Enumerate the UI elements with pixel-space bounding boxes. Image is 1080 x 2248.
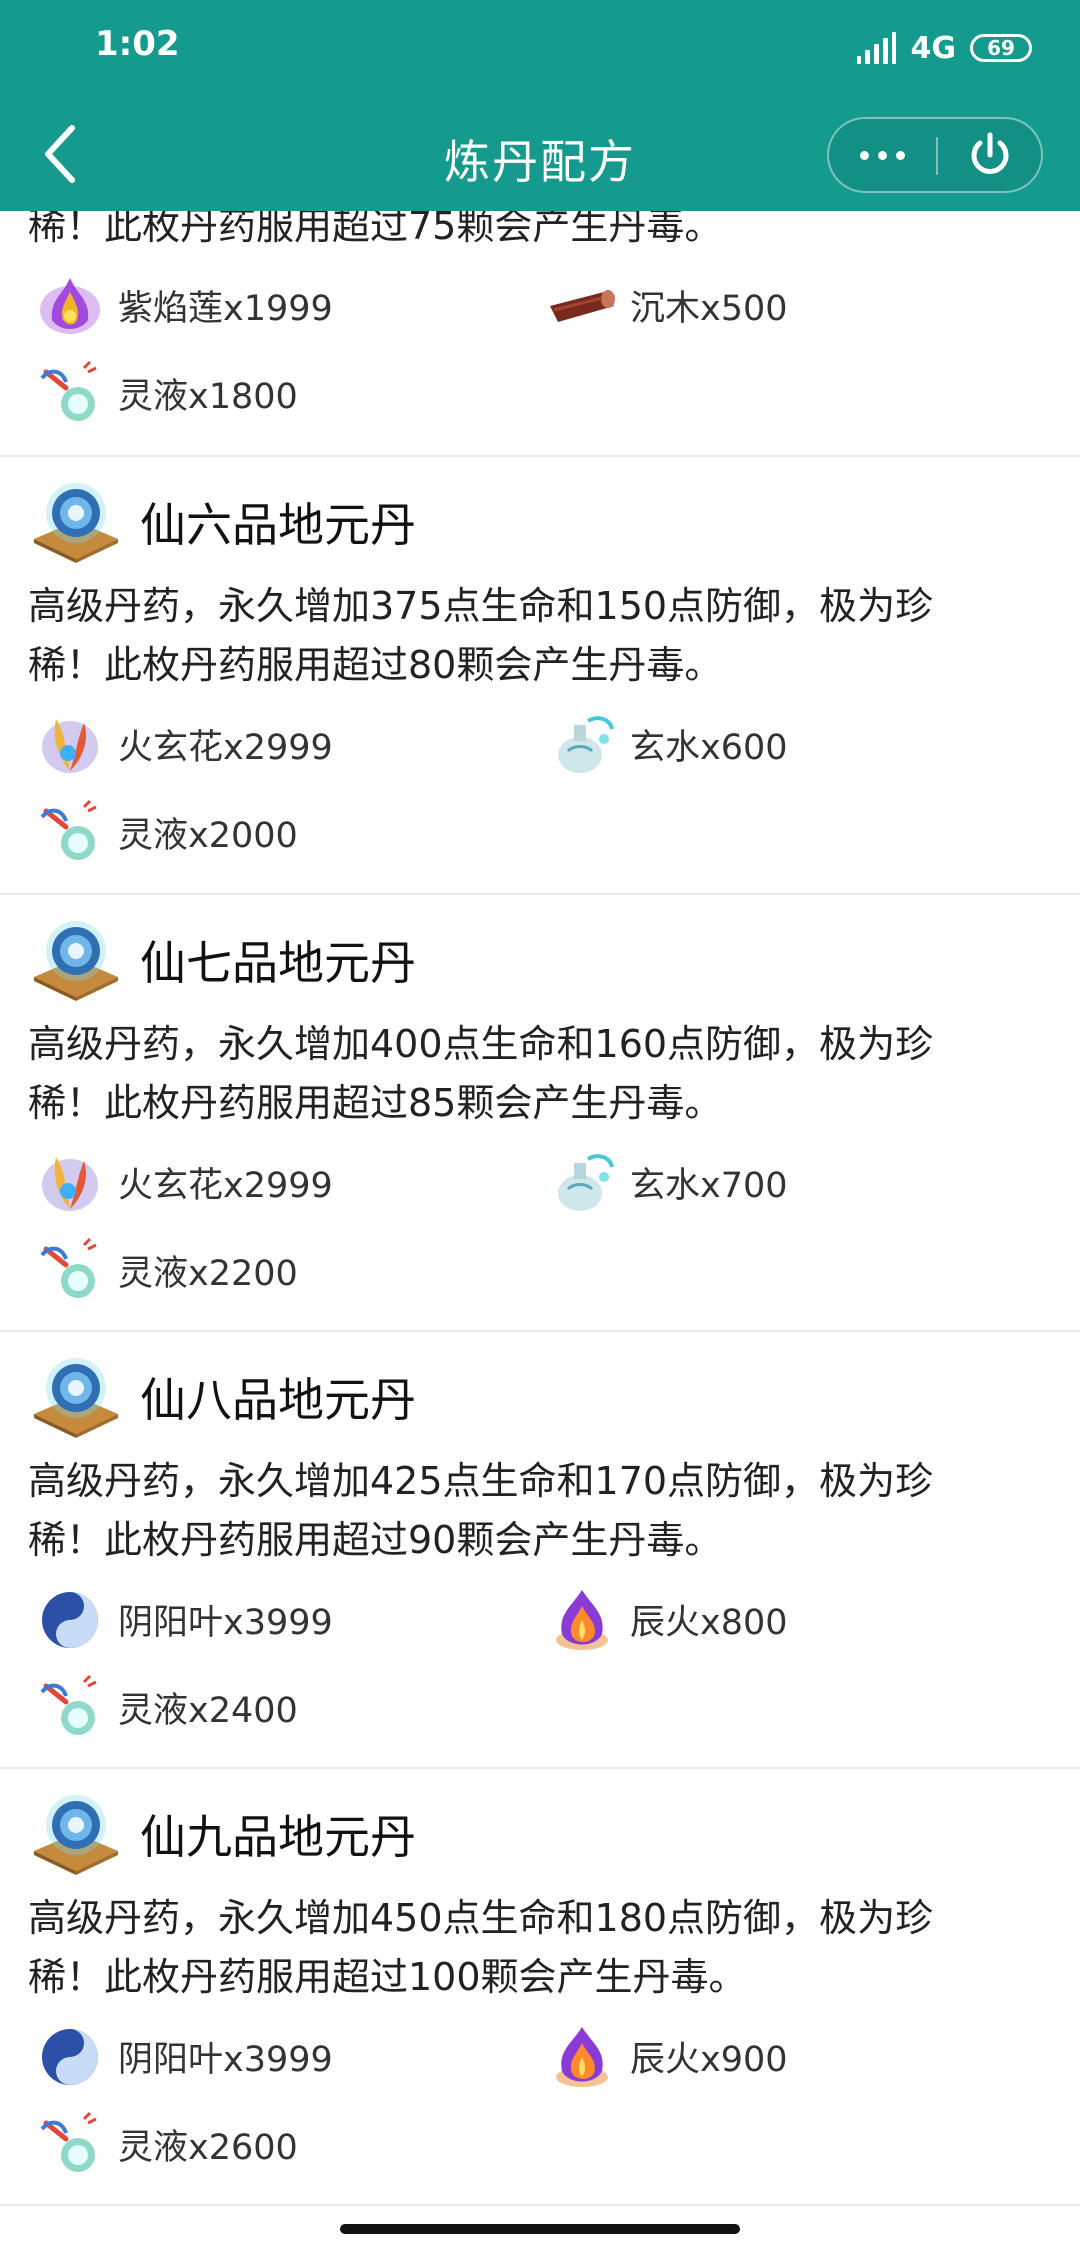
ingredient-item: 灵液x1800	[32, 358, 298, 428]
pill-furnace-icon	[28, 917, 124, 1003]
ingredient-item: 灵液x2200	[32, 1235, 298, 1305]
recipe-description: 高级丹药，永久增加400点生命和160点防御，极为珍 稀！此枚丹药服用超过85颗…	[28, 1022, 934, 1125]
home-indicator[interactable]	[340, 2224, 740, 2234]
spirit-liquid-icon	[32, 797, 108, 867]
recipe-header: 仙六品地元丹	[28, 479, 416, 565]
status-time: 1:02	[95, 24, 180, 64]
ingredient-item: 辰火x800	[544, 1584, 788, 1654]
ingredient-item: 火玄花x2999	[32, 1147, 333, 1217]
network-label: 4G	[910, 30, 957, 66]
recipe-description: 高级丹药，永久增加425点生命和170点防御，极为珍 稀！此枚丹药服用超过90颗…	[28, 1459, 934, 1562]
ingredient-item: 灵液x2000	[32, 797, 298, 867]
recipe-name: 仙九品地元丹	[140, 1810, 416, 1864]
mini-program-capsule	[827, 117, 1043, 193]
recipe-card: 仙七品地元丹 高级丹药，永久增加400点生命和160点防御，极为珍 稀！此枚丹药…	[0, 895, 1080, 1332]
fire-mystic-flower-icon	[32, 1147, 108, 1217]
ingredient-item: 灵液x2600	[32, 2109, 298, 2179]
recipe-name: 仙八品地元丹	[140, 1373, 416, 1427]
pill-furnace-icon	[28, 479, 124, 565]
pill-furnace-icon	[28, 1791, 124, 1877]
ingredient-item: 玄水x600	[544, 709, 788, 779]
signal-icon	[856, 32, 897, 64]
power-icon	[971, 132, 1009, 174]
ingredient-item: 阴阳叶x3999	[32, 1584, 333, 1654]
more-button[interactable]	[829, 119, 935, 191]
recipe-description: 高级丹药，永久增加375点生命和150点防御，极为珍 稀！此枚丹药服用超过80颗…	[28, 584, 934, 687]
ingredient-item: 玄水x700	[544, 1147, 788, 1217]
status-indicators: 4G 69	[856, 28, 1032, 68]
more-dots-icon	[859, 150, 869, 160]
yin-yang-leaf-icon	[32, 1584, 108, 1654]
battery-level: 69	[987, 36, 1015, 60]
ingredient-item: 辰火x900	[544, 2021, 788, 2091]
ingredient-item: 灵液x2400	[32, 1672, 298, 1742]
capsule-divider	[936, 137, 938, 175]
spirit-liquid-icon	[32, 1672, 108, 1742]
sinking-wood-icon	[544, 270, 620, 340]
recipe-name: 仙七品地元丹	[140, 936, 416, 990]
ingredient-item: 火玄花x2999	[32, 709, 333, 779]
recipe-description: 高级丹药，永久增加450点生命和180点防御，极为珍 稀！此枚丹药服用超过100…	[28, 1896, 934, 1999]
recipe-header: 仙七品地元丹	[28, 917, 416, 1003]
mystic-water-icon	[544, 709, 620, 779]
recipe-name: 仙六品地元丹	[140, 498, 416, 552]
ingredient-item: 紫焰莲x1999	[32, 270, 333, 340]
chen-fire-icon	[544, 2021, 620, 2091]
recipe-card: 仙九品地元丹 高级丹药，永久增加450点生命和180点防御，极为珍 稀！此枚丹药…	[0, 1769, 1080, 2206]
mystic-water-icon	[544, 1147, 620, 1217]
spirit-liquid-icon	[32, 358, 108, 428]
chen-fire-icon	[544, 1584, 620, 1654]
recipe-header: 仙九品地元丹	[28, 1791, 416, 1877]
yin-yang-leaf-icon	[32, 2021, 108, 2091]
fire-mystic-flower-icon	[32, 709, 108, 779]
battery-icon: 69	[970, 34, 1032, 62]
nav-header: 1:02 4G 69 炼丹配方	[0, 0, 1080, 211]
ingredient-item: 沉木x500	[544, 270, 788, 340]
recipe-card: 仙六品地元丹 高级丹药，永久增加375点生命和150点防御，极为珍 稀！此枚丹药…	[0, 457, 1080, 895]
close-mini-program-button[interactable]	[939, 119, 1041, 191]
recipe-header: 仙八品地元丹	[28, 1354, 416, 1440]
pill-furnace-icon	[28, 1354, 124, 1440]
spirit-liquid-icon	[32, 1235, 108, 1305]
ingredient-item: 阴阳叶x3999	[32, 2021, 333, 2091]
spirit-liquid-icon	[32, 2109, 108, 2179]
purple-flame-lotus-icon	[32, 270, 108, 340]
recipe-card: 仙八品地元丹 高级丹药，永久增加425点生命和170点防御，极为珍 稀！此枚丹药…	[0, 1332, 1080, 1769]
